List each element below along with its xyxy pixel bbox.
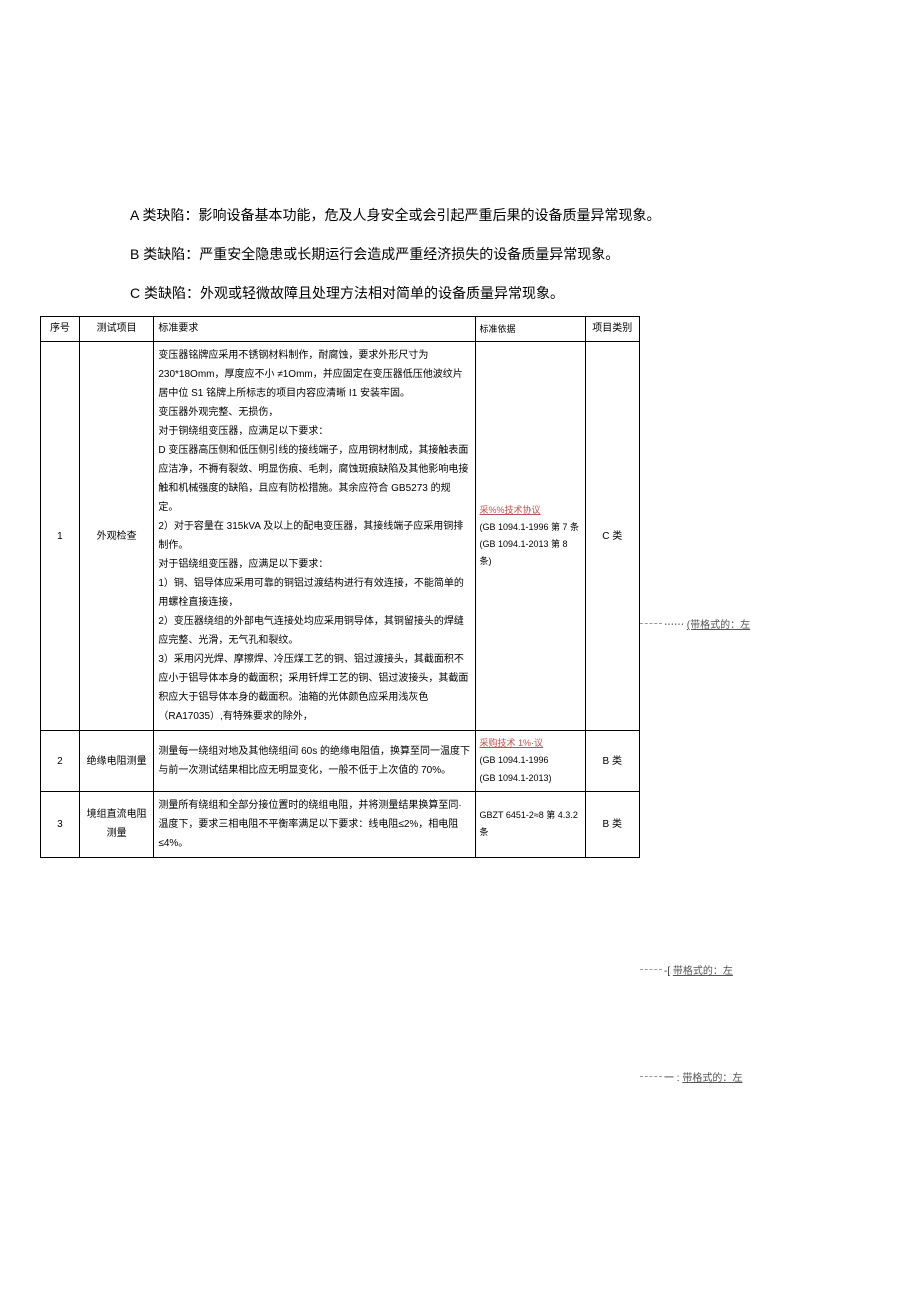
table-row: 2 绝缘电阻测量 测量每一绕组对地及其他绕组间 60s 的绝缘电阻值，换算至同一… — [41, 731, 640, 791]
format-comment: ⋯⋯ (带格式的：左 — [664, 616, 750, 631]
comment-text: 带格式的：左 — [673, 966, 733, 977]
intro-c: C 类缺陷：外观或轻微故障且处理方法相对简单的设备质量异常现象。 — [40, 278, 880, 309]
cell-req: 测量每一绕组对地及其他绕组间 60s 的绝缘电阻值，换算至同一温度下与前一次测试… — [154, 731, 475, 791]
basis-rest: (GB 1094.1-1996 (GB 1094.1-2013) — [480, 755, 552, 782]
col-basis: 标准依据 — [475, 317, 585, 342]
cell-seq: 3 — [41, 791, 80, 857]
cell-req: 测量所有绕组和全部分接位置时的绕组电阻，并将测量结果换算至同·温度下，要求三相电… — [154, 791, 475, 857]
col-item: 测试项目 — [79, 317, 153, 342]
basis-link[interactable]: 采%%技术协议 — [480, 505, 541, 515]
cell-basis: GBZT 6451-2≈8 第 4.3.2 条 — [475, 791, 585, 857]
basis-rest: GBZT 6451-2≈8 第 4.3.2 条 — [480, 810, 578, 837]
basis-rest: (GB 1094.1-1996 第 7 条 (GB 1094.1-2013 第 … — [480, 522, 580, 566]
cell-cat: B 类 — [585, 731, 639, 791]
defect-table: 序号 测试项目 标准要求 标准依据 项目类别 1 外观检查 变压器铭牌应采用不锈… — [40, 316, 640, 857]
cell-item: 外观检查 — [79, 342, 153, 731]
cell-item: 境组直流电阻测量 — [79, 791, 153, 857]
cell-basis: 采购技术 1%·议 (GB 1094.1-1996 (GB 1094.1-201… — [475, 731, 585, 791]
format-comment: 一 : 带格式的：左 — [664, 1069, 742, 1084]
comment-prefix: -[ — [664, 966, 670, 977]
cell-basis: 采%%技术协议 (GB 1094.1-1996 第 7 条 (GB 1094.1… — [475, 342, 585, 731]
cell-seq: 1 — [41, 342, 80, 731]
table-row: 1 外观检查 变压器铭牌应采用不锈钢材料制作，耐腐蚀，要求外形尺寸为 230*1… — [41, 342, 640, 731]
cell-cat: C 类 — [585, 342, 639, 731]
cell-cat: B 类 — [585, 791, 639, 857]
intro-a: A 类玦陷：影响设备基本功能，危及人身安全或会引起严重后果的设备质量异常现象。 — [40, 200, 880, 231]
cell-item: 绝缘电阻测量 — [79, 731, 153, 791]
intro-b: B 类缺陷：严重安全隐患或长期运行会造成严重经济损失的设备质量异常现象。 — [40, 239, 880, 270]
basis-link[interactable]: 采购技术 1%·议 — [480, 738, 544, 748]
comment-prefix: 一 : — [664, 1073, 680, 1084]
cell-req: 变压器铭牌应采用不锈钢材料制作，耐腐蚀，要求外形尺寸为 230*18Omm，厚度… — [154, 342, 475, 731]
col-cat: 项目类别 — [585, 317, 639, 342]
comment-prefix: ⋯⋯ — [664, 620, 684, 631]
col-req: 标准要求 — [154, 317, 475, 342]
comment-text: 带格式的：左 — [682, 1073, 742, 1084]
table-row: 3 境组直流电阻测量 测量所有绕组和全部分接位置时的绕组电阻，并将测量结果换算至… — [41, 791, 640, 857]
col-seq: 序号 — [41, 317, 80, 342]
comment-text: (带格式的：左 — [687, 620, 750, 631]
cell-seq: 2 — [41, 731, 80, 791]
format-comment: -[ 带格式的：左 — [664, 962, 733, 977]
table-header-row: 序号 测试项目 标准要求 标准依据 项目类别 — [41, 317, 640, 342]
